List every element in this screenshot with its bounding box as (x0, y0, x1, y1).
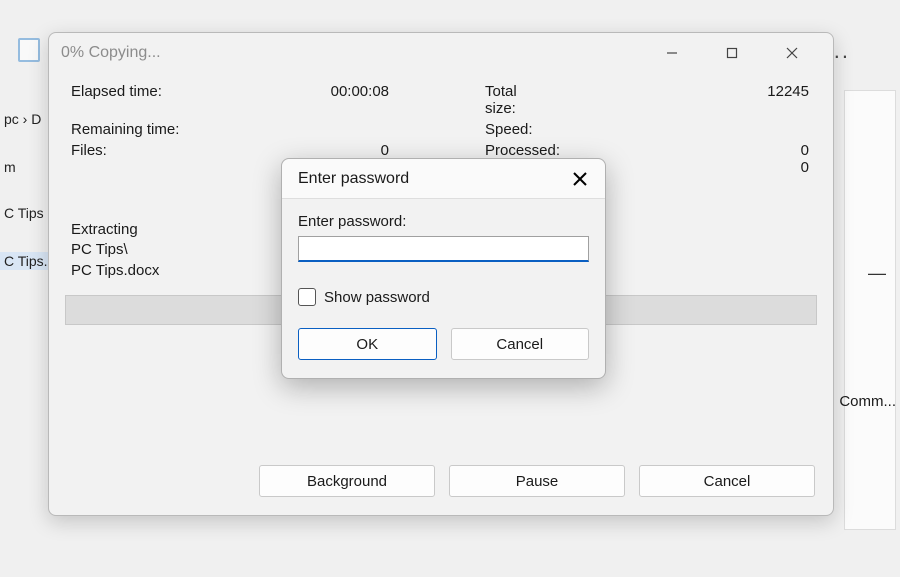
cancel-button[interactable]: Cancel (639, 465, 815, 497)
elapsed-value: 00:00:08 (231, 83, 391, 117)
total-label: Total size: (391, 83, 531, 117)
password-dialog: Enter password Enter password: Show pass… (281, 158, 606, 379)
paste-icon (18, 38, 40, 62)
elapsed-label: Elapsed time: (71, 83, 231, 117)
background-button[interactable]: Background (259, 465, 435, 497)
remaining-value (231, 121, 391, 138)
speed-label: Speed: (391, 121, 531, 138)
show-password-row[interactable]: Show password (298, 288, 589, 306)
right-panel-label: Comm... (839, 393, 896, 410)
minimize-button[interactable] (649, 37, 695, 69)
processed-label: Processed: (391, 142, 531, 159)
password-cancel-button[interactable]: Cancel (451, 328, 590, 360)
stats-grid: Elapsed time: 00:00:08 Total size: 12245… (49, 73, 833, 159)
close-icon[interactable] (567, 166, 593, 192)
copy-actions: Background Pause Cancel (259, 465, 815, 497)
password-label: Enter password: (298, 213, 589, 230)
remaining-label: Remaining time: (71, 121, 231, 138)
password-title: Enter password (298, 170, 567, 188)
speed-value (531, 121, 811, 138)
left-pane-item[interactable]: C Tips (4, 205, 44, 221)
password-titlebar: Enter password (282, 159, 605, 199)
right-panel (844, 90, 896, 530)
copy-title: 0% Copying... (61, 44, 649, 62)
pause-button[interactable]: Pause (449, 465, 625, 497)
close-button[interactable] (769, 37, 815, 69)
show-password-checkbox[interactable] (298, 288, 316, 306)
left-pane-item[interactable]: m (4, 159, 16, 175)
files-value: 0 (231, 142, 391, 159)
processed-value: 0 (531, 142, 811, 159)
right-dash: — (868, 263, 886, 284)
maximize-button[interactable] (709, 37, 755, 69)
files-label: Files: (71, 142, 231, 159)
show-password-label: Show password (324, 289, 430, 306)
copy-titlebar: 0% Copying... (49, 33, 833, 73)
ok-button[interactable]: OK (298, 328, 437, 360)
password-input[interactable] (298, 236, 589, 262)
total-value: 12245 (531, 83, 811, 117)
breadcrumb-tail: pc › D (4, 111, 41, 127)
